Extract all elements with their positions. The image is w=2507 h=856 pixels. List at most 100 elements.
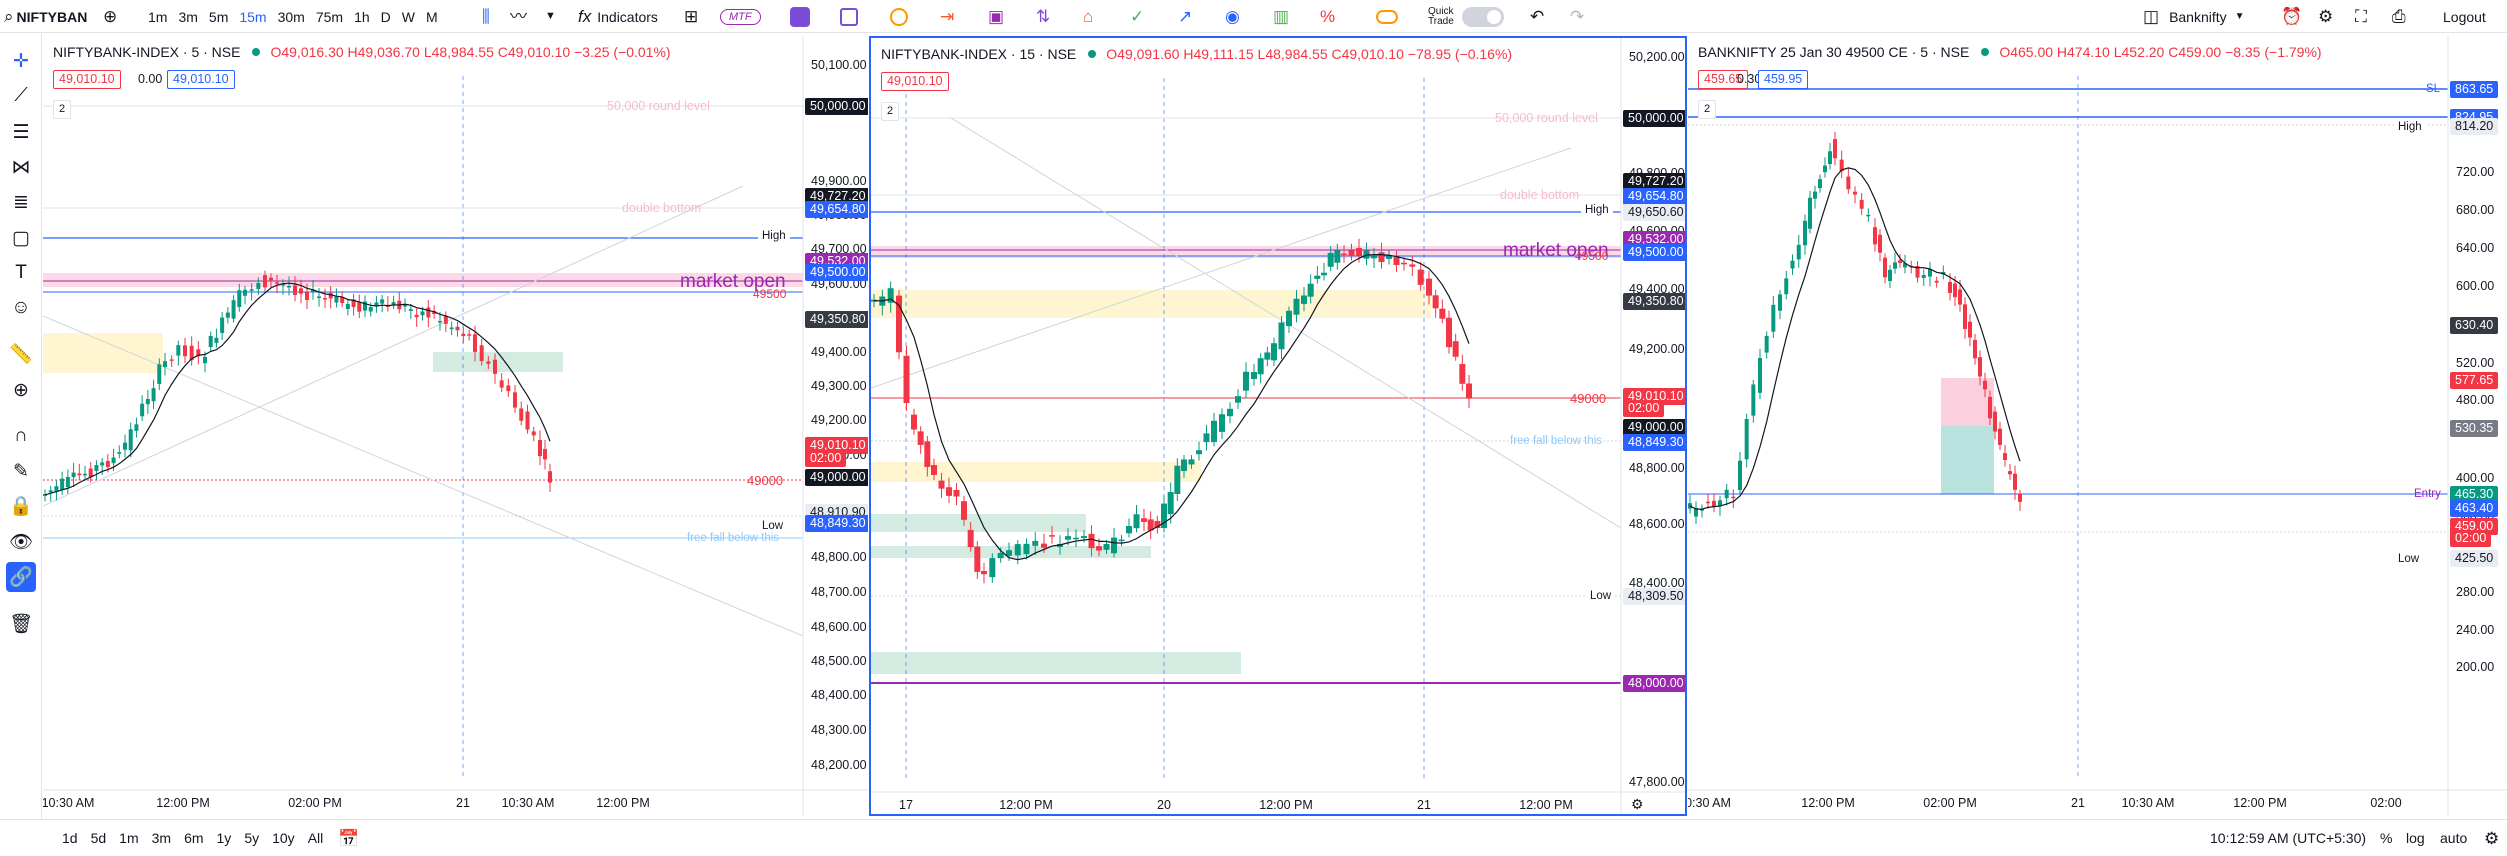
symbol-title[interactable]: BANKNIFTY 25 Jan 30 49500 CE · 5 · NSE — [1698, 44, 1969, 60]
emoji-tool[interactable]: ☺ — [6, 293, 36, 323]
symbol-search[interactable]: ⌕ NIFTYBAN — [4, 0, 100, 33]
chart-canvas[interactable] — [43, 36, 868, 816]
buy-price-box[interactable]: 459.95 — [1758, 70, 1809, 89]
pattern-tool[interactable]: ⋈ — [6, 152, 36, 182]
add-symbol-button[interactable]: ⊕ — [103, 0, 117, 33]
collapse-indicators-button[interactable]: 2 — [53, 100, 72, 119]
plugin-12-button[interactable]: % — [1320, 0, 1335, 33]
sell-price-box[interactable]: 49,010.10 — [53, 70, 121, 89]
chart-pane-1[interactable]: NIFTYBANK-INDEX · 5 · NSE O49,016.30 H49,… — [43, 36, 868, 816]
high-label: High — [758, 228, 790, 245]
plugin-3-button[interactable] — [890, 0, 908, 33]
text-tool[interactable]: T — [6, 258, 36, 288]
sell-price-box[interactable]: 49,010.10 — [881, 72, 949, 91]
plugin-9-button[interactable]: ↗ — [1178, 0, 1192, 33]
trendline-tool[interactable]: ⟋ — [6, 81, 36, 111]
chart-settings-button[interactable]: ⚙ — [2484, 820, 2499, 856]
zoom-tool[interactable]: ⊕ — [6, 375, 36, 405]
snapshot-button[interactable]: ⎙ — [2392, 0, 2406, 33]
interval-15m[interactable]: 15m — [239, 9, 266, 25]
lock-tool[interactable]: 🔒 — [6, 491, 36, 521]
price-axis-label: 50,200.00 — [1629, 50, 1685, 64]
auto-toggle[interactable]: auto — [2440, 820, 2467, 856]
chart-canvas[interactable] — [1688, 36, 2507, 816]
settings-button[interactable]: ⚙ — [2318, 0, 2333, 33]
range-1d[interactable]: 1d — [62, 830, 78, 846]
plugin-11-button[interactable]: ▥ — [1273, 0, 1289, 33]
plugin-13-button[interactable] — [1376, 0, 1398, 33]
price-axis-label: 49,400.00 — [811, 345, 867, 359]
chart-canvas[interactable] — [871, 38, 1685, 816]
log-toggle[interactable]: log — [2406, 820, 2425, 856]
chart-pane-2[interactable]: NIFTYBANK-INDEX · 15 · NSE O49,091.60 H49… — [869, 36, 1687, 816]
ruler-tool[interactable]: 📏 — [6, 339, 36, 369]
chart-pane-3[interactable]: BANKNIFTY 25 Jan 30 49500 CE · 5 · NSE O4… — [1688, 36, 2507, 816]
pencil-lock-tool[interactable]: ✎ — [6, 456, 36, 486]
plugin-8-button[interactable]: ✓ — [1130, 0, 1144, 33]
range-10y[interactable]: 10y — [272, 830, 295, 846]
visibility-tool[interactable]: 👁 — [6, 527, 36, 557]
interval-3m[interactable]: 3m — [178, 9, 197, 25]
channel-tool[interactable]: ☰ — [6, 117, 36, 147]
watchlist-button[interactable]: ◫ Banknifty ▼ — [2143, 0, 2245, 33]
interval-30m[interactable]: 30m — [278, 9, 305, 25]
line-type-button[interactable]: 〰 — [510, 0, 527, 33]
interval-1m[interactable]: 1m — [148, 9, 167, 25]
collapse-indicators-button[interactable]: 2 — [881, 102, 900, 121]
pencil-lock-icon: ✎ — [13, 460, 29, 482]
candle — [1251, 371, 1257, 379]
symbol-title[interactable]: NIFTYBANK-INDEX · 15 · NSE — [881, 46, 1076, 62]
plugin-6-button[interactable]: ⇅ — [1036, 0, 1050, 33]
candle — [543, 449, 547, 460]
interval-5m[interactable]: 5m — [209, 9, 228, 25]
undo-button[interactable]: ↶ — [1530, 0, 1544, 33]
candle — [1803, 220, 1807, 246]
interval-W[interactable]: W — [402, 9, 415, 25]
range-all[interactable]: All — [308, 830, 324, 846]
clock[interactable]: 10:12:59 AM (UTC+5:30) — [2210, 820, 2366, 856]
templates-button[interactable]: ⊞ — [684, 0, 698, 33]
plugin-7-button[interactable]: ⌂ — [1083, 0, 1093, 33]
plugin-10-button[interactable]: ◉ — [1225, 0, 1240, 33]
plugin-2-button[interactable] — [840, 0, 858, 33]
symbol-title[interactable]: NIFTYBANK-INDEX · 5 · NSE — [53, 44, 240, 60]
plugin-5-button[interactable]: ▣ — [988, 0, 1004, 33]
shape-tool[interactable]: ▢ — [6, 223, 36, 253]
range-5y[interactable]: 5y — [244, 830, 259, 846]
buy-price-box[interactable]: 49,010.10 — [167, 70, 235, 89]
range-5d[interactable]: 5d — [91, 830, 107, 846]
plugin-1-button[interactable] — [790, 0, 810, 33]
range-6m[interactable]: 6m — [184, 830, 203, 846]
indicators-button[interactable]: fx Indicators — [578, 0, 658, 33]
double-bottom-label: double bottom — [1500, 188, 1580, 202]
fib-tool[interactable]: ≣ — [6, 187, 36, 217]
collapse-indicators-button[interactable]: 2 — [1698, 100, 1717, 119]
plugin-4-button[interactable]: ⇥ — [940, 0, 954, 33]
interval-75m[interactable]: 75m — [316, 9, 343, 25]
alert-button[interactable]: ⏰ — [2281, 0, 2302, 33]
candle-type-button[interactable]: ⫼ — [482, 0, 490, 33]
sync-tool[interactable]: 🔗 — [6, 562, 36, 592]
candle — [1133, 514, 1140, 529]
chart-type-dropdown[interactable]: ▼ — [545, 0, 556, 33]
axis-settings-icon[interactable]: ⚙ — [1631, 796, 1644, 813]
quick-trade-toggle[interactable] — [1462, 0, 1504, 33]
range-1y[interactable]: 1y — [217, 830, 232, 846]
magnet-tool[interactable]: ∩ — [6, 421, 36, 451]
interval-M[interactable]: M — [426, 9, 438, 25]
interval-D[interactable]: D — [381, 9, 391, 25]
fullscreen-button[interactable]: ⛶ — [2355, 0, 2367, 33]
goto-date-button[interactable]: 📅 — [338, 820, 359, 856]
chevron-down-icon: ▼ — [2234, 11, 2245, 22]
logout-button[interactable]: Logout — [2443, 0, 2486, 33]
interval-1h[interactable]: 1h — [354, 9, 370, 25]
range-1m[interactable]: 1m — [119, 830, 138, 846]
delete-tool[interactable]: 🗑 — [6, 609, 36, 639]
percent-toggle[interactable]: % — [2380, 820, 2392, 856]
range-3m[interactable]: 3m — [152, 830, 171, 846]
candle — [1993, 411, 1997, 432]
mtf-button[interactable]: MTF — [720, 0, 761, 33]
crosshair-tool[interactable]: ✛ — [6, 46, 36, 76]
candle — [1219, 414, 1225, 432]
redo-button[interactable]: ↷ — [1570, 0, 1584, 33]
